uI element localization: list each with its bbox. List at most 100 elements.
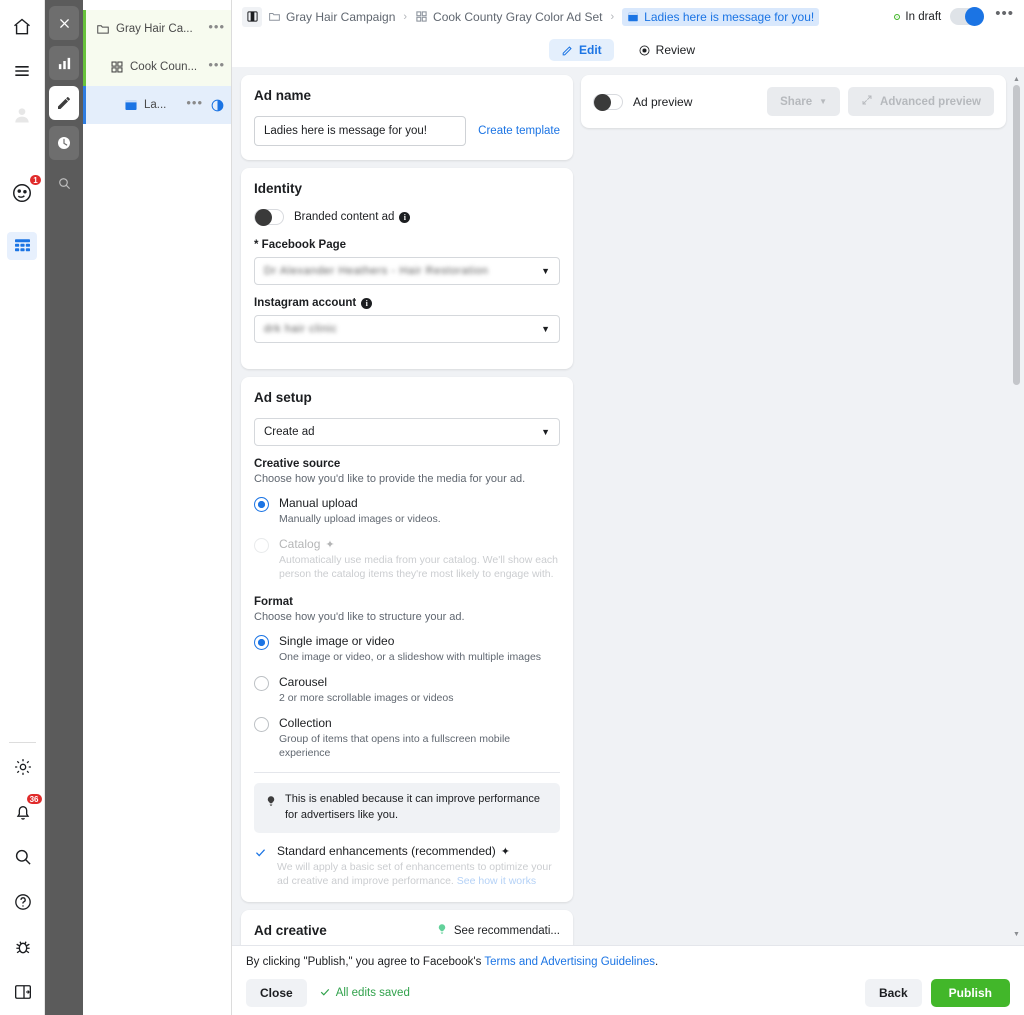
back-button[interactable]: Back [864, 979, 922, 1007]
search-icon[interactable] [10, 844, 36, 870]
advanced-preview-label: Advanced preview [880, 95, 981, 108]
tree-row-menu-icon[interactable]: ••• [208, 20, 225, 35]
person-icon[interactable] [9, 102, 35, 128]
terms-link[interactable]: Terms and Advertising Guidelines [484, 956, 655, 968]
breadcrumb-campaign[interactable]: Gray Hair Campaign [268, 10, 395, 24]
form-column: Ad name Ladies here is message for you! … [241, 75, 573, 945]
option-label: Single image or video [279, 633, 395, 648]
expand-icon [861, 94, 873, 109]
top-header: Gray Hair Campaign › Cook County Gray Co… [232, 0, 1024, 33]
scroll-up-arrow-icon[interactable]: ▲ [1013, 75, 1020, 84]
header-more-menu-icon[interactable]: ••• [993, 6, 1016, 23]
format-description: Choose how you'd like to structure your … [254, 610, 465, 623]
option-description: Manually upload images or videos. [279, 513, 441, 525]
scroll-down-arrow-icon[interactable]: ▼ [1013, 930, 1020, 939]
info-icon[interactable]: i [399, 211, 411, 223]
scrollbar-thumb[interactable] [1013, 85, 1020, 385]
face-icon[interactable]: 1 [9, 174, 42, 206]
menu-icon[interactable] [9, 58, 35, 84]
chart-icon[interactable] [49, 46, 79, 80]
radio-icon[interactable] [254, 716, 269, 732]
page-title: Ad name [254, 88, 312, 103]
gear-icon[interactable] [10, 754, 36, 780]
close-button[interactable]: Close [246, 979, 307, 1007]
breadcrumb-adset[interactable]: Cook County Gray Color Ad Set [415, 10, 602, 24]
publish-button[interactable]: Publish [930, 979, 1010, 1007]
radio-icon[interactable] [254, 675, 269, 691]
breadcrumb-ad[interactable]: Ladies here is message for you! [622, 7, 820, 26]
branded-content-label-group: Branded content ad i [294, 211, 411, 223]
clock-icon[interactable] [49, 126, 79, 160]
scroll-body: Ad name Ladies here is message for you! … [232, 67, 1024, 945]
branded-content-toggle[interactable] [254, 209, 284, 226]
create-template-link[interactable]: Create template [478, 125, 560, 137]
tree-item-label: Cook Coun... [130, 61, 198, 73]
pencil-icon [561, 44, 574, 57]
ad-setup-select[interactable]: Create ad ▼ [254, 418, 560, 446]
identity-card: Identity Branded content ad i * Facebook… [241, 168, 573, 369]
radio-option-collection[interactable]: Collection Group of items that opens int… [254, 716, 560, 760]
tab-review[interactable]: Review [626, 39, 707, 61]
ad-preview-card: Ad preview Share ▼ Advanced preview [581, 75, 1006, 128]
see-recommendations-label: See recommendati... [453, 924, 560, 937]
option-label: Carousel [279, 674, 328, 689]
standard-enhancements-row[interactable]: Standard enhancements (recommended) ✦ We… [254, 844, 560, 888]
checkmark-icon[interactable] [254, 846, 267, 859]
see-how-it-works-link[interactable]: See how it works [457, 875, 536, 887]
radio-option-manual-upload[interactable]: Manual upload Manually upload images or … [254, 496, 560, 526]
radio-option-single-image[interactable]: Single image or video One image or video… [254, 634, 560, 664]
radio-icon[interactable] [254, 497, 269, 512]
instagram-account-select[interactable]: drk hair clinic ▼ [254, 315, 560, 343]
advanced-preview-button[interactable]: Advanced preview [848, 87, 994, 116]
tree-item-label: Gray Hair Ca... [116, 23, 193, 35]
tree-accent-bar [83, 48, 86, 86]
ad-active-toggle[interactable] [950, 7, 985, 26]
radio-icon[interactable] [254, 634, 269, 650]
panel-toggle-icon[interactable] [242, 6, 262, 27]
tree-row-menu-icon[interactable]: ••• [208, 58, 225, 73]
chevron-down-icon: ▼ [541, 427, 550, 437]
tool-strip [45, 0, 83, 1015]
bell-icon[interactable]: 36 [10, 793, 43, 825]
tree-row-menu-icon[interactable]: ••• [186, 96, 203, 111]
search-icon[interactable] [49, 166, 79, 200]
pencil-icon[interactable] [49, 86, 79, 120]
ad-preview-toggle[interactable] [593, 93, 623, 111]
status-label: In draft [905, 10, 942, 23]
share-button-label: Share [780, 95, 813, 108]
chevron-down-icon: ▼ [819, 97, 828, 106]
ad-creative-card: Ad creative See recommendati... [241, 910, 573, 945]
enhancement-label: Standard enhancements (recommended) [277, 844, 496, 859]
radio-option-catalog[interactable]: Catalog ✦ Automatically use media from y… [254, 537, 560, 581]
status-dot-icon [894, 13, 901, 20]
panel-icon[interactable] [10, 979, 36, 1005]
main-area: Gray Hair Campaign › Cook County Gray Co… [232, 0, 1024, 1015]
radio-icon[interactable] [254, 538, 269, 554]
close-icon[interactable] [49, 6, 79, 40]
tree-row[interactable]: Gray Hair Ca... ••• [83, 10, 231, 48]
tree-row[interactable]: La... ••• [83, 86, 231, 124]
see-recommendations-link[interactable]: See recommendati... [436, 923, 560, 938]
tree-row[interactable]: Cook Coun... ••• [83, 48, 231, 86]
status-badge: In draft [894, 11, 941, 23]
bug-icon[interactable] [10, 934, 36, 960]
enhancement-tip-text: This is enabled because it can improve p… [285, 793, 540, 822]
option-description: Group of items that opens into a fullscr… [279, 732, 511, 760]
creative-source-heading: Creative source [254, 458, 341, 470]
table-icon[interactable] [7, 232, 37, 260]
info-icon[interactable]: i [361, 297, 373, 309]
option-label: Catalog [279, 537, 321, 552]
facebook-page-select[interactable]: Dr Alexander Heathers - Hair Restoration… [254, 257, 560, 285]
toggle-knob [594, 93, 611, 111]
ad-creative-title: Ad creative [254, 923, 327, 939]
radio-option-carousel[interactable]: Carousel 2 or more scrollable images or … [254, 675, 560, 705]
rail-bottom-group: 36 [0, 742, 45, 1005]
share-button[interactable]: Share ▼ [767, 87, 841, 116]
breadcrumb-label: Gray Hair Campaign [286, 9, 396, 24]
home-icon[interactable] [9, 14, 35, 40]
contrast-icon[interactable] [210, 98, 225, 113]
ad-name-input[interactable]: Ladies here is message for you! [254, 116, 467, 146]
tab-edit[interactable]: Edit [548, 39, 614, 61]
page-scrollbar[interactable]: ▲ ▼ [1011, 67, 1022, 945]
help-icon[interactable] [10, 889, 36, 915]
